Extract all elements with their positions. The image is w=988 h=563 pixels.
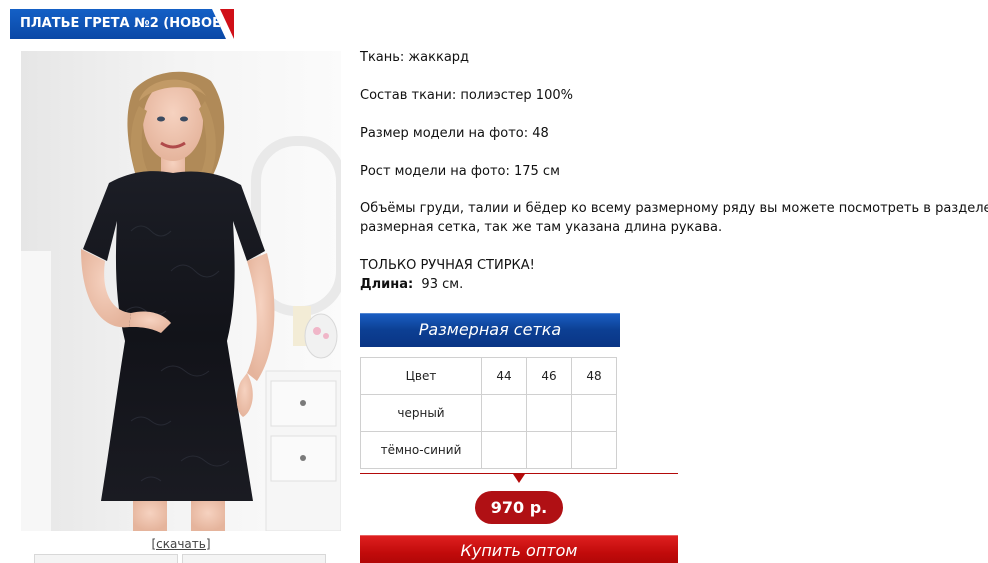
size-cell[interactable] [526, 431, 572, 469]
composition-line: Состав ткани: полиэстер 100% [360, 88, 573, 103]
length-line: Длина: 93 см. [360, 275, 463, 294]
buy-wholesale-button[interactable]: Купить оптом [360, 535, 678, 563]
thumbnail-strip [34, 554, 326, 563]
size-header-44: 44 [481, 357, 527, 395]
thumbnail-1[interactable] [34, 554, 178, 563]
model-height-line: Рост модели на фото: 175 см [360, 164, 560, 179]
length-value: 93 см. [413, 277, 464, 292]
size-cell[interactable] [526, 394, 572, 432]
price-badge: 970 р. [475, 491, 563, 524]
product-photo[interactable] [21, 51, 341, 531]
table-header-row: Цвет 44 46 48 [360, 357, 617, 395]
dress-photo-illustration [21, 51, 341, 531]
volumes-line-1: Объёмы груди, талии и бёдер ко всему раз… [360, 201, 988, 216]
model-size-line: Размер модели на фото: 48 [360, 126, 549, 141]
size-header-46: 46 [526, 357, 572, 395]
divider-arrow-icon [513, 474, 525, 483]
size-header-48: 48 [571, 357, 617, 395]
fabric-line: Ткань: жаккард [360, 50, 470, 65]
color-header: Цвет [360, 357, 482, 395]
size-cell[interactable] [481, 431, 527, 469]
table-row: черный [360, 394, 617, 432]
volumes-line-2: размерная сетка, так же там указана длин… [360, 220, 723, 235]
product-page: ПЛАТЬЕ ГРЕТА №2 (НОВОЕ) [скачать] Ткань:… [0, 0, 988, 563]
table-row: тёмно-синий [360, 431, 617, 469]
download-link[interactable]: [скачать] [21, 537, 341, 551]
title-corner-accent [212, 9, 234, 39]
size-cell[interactable] [481, 394, 527, 432]
size-cell[interactable] [571, 431, 617, 469]
color-name: тёмно-синий [360, 431, 482, 469]
size-grid-button[interactable]: Размерная сетка [360, 313, 620, 347]
product-title: ПЛАТЬЕ ГРЕТА №2 (НОВОЕ) [10, 9, 233, 39]
thumbnail-2[interactable] [182, 554, 326, 563]
size-cell[interactable] [571, 394, 617, 432]
wash-note: ТОЛЬКО РУЧНАЯ СТИРКА! [360, 258, 535, 273]
color-name: черный [360, 394, 482, 432]
length-label: Длина: [360, 277, 414, 292]
size-availability-table: Цвет 44 46 48 черный тёмно-синий [360, 357, 617, 469]
